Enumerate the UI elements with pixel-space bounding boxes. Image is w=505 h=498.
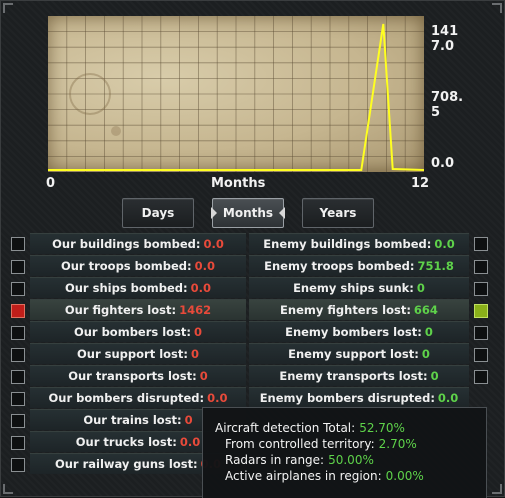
checkbox-our-bombers-disrupted[interactable] bbox=[11, 392, 25, 406]
left-stat-row: Our fighters lost: 1462 bbox=[30, 299, 246, 320]
stat-label: Our bombers lost: bbox=[73, 325, 192, 339]
stat-label: Enemy bombers lost: bbox=[285, 325, 422, 339]
y-tick-top: 141 7.0 bbox=[431, 24, 459, 54]
stat-value: 0.0 bbox=[179, 435, 201, 449]
checkbox-enemy-bombers-lost[interactable] bbox=[474, 326, 488, 340]
stat-label: Enemy fighters lost: bbox=[280, 303, 411, 317]
stat-label: Enemy bombers disrupted: bbox=[259, 391, 435, 405]
stat-value: 0 bbox=[416, 281, 425, 295]
right-stat-row: Enemy bombers disrupted: 0.0 bbox=[249, 387, 469, 408]
checkbox-our-railway-guns-lost[interactable] bbox=[11, 458, 25, 472]
stat-value: 0 bbox=[421, 347, 430, 361]
checkbox-our-fighters-lost[interactable] bbox=[11, 304, 25, 318]
stat-value: 0 bbox=[194, 325, 203, 339]
checkbox-our-transports-lost[interactable] bbox=[11, 370, 25, 384]
stat-value: 0 bbox=[190, 347, 199, 361]
stat-label: Our buildings bombed: bbox=[52, 237, 201, 251]
checkbox-enemy-support-lost[interactable] bbox=[474, 348, 488, 362]
left-stat-row: Our bombers disrupted: 0.0 bbox=[30, 387, 246, 408]
stat-label: Our transports lost: bbox=[68, 369, 197, 383]
left-stat-row: Our troops bombed: 0.0 bbox=[30, 255, 246, 276]
checkbox-our-buildings-bombed[interactable] bbox=[11, 237, 25, 251]
stat-value: 0.0 bbox=[437, 391, 459, 405]
air-war-chart bbox=[48, 16, 424, 172]
right-stat-row: Enemy fighters lost: 664 bbox=[249, 299, 469, 320]
right-stat-row: Enemy buildings bombed: 0.0 bbox=[249, 233, 469, 254]
stat-value: 1462 bbox=[179, 303, 212, 317]
left-stat-row: Our buildings bombed: 0.0 bbox=[30, 233, 246, 254]
stat-value: 0.0 bbox=[203, 237, 224, 251]
stat-label: Our fighters lost: bbox=[64, 303, 177, 317]
stat-label: Enemy buildings bombed: bbox=[263, 237, 432, 251]
y-tick-bottom: 0.0 bbox=[431, 156, 455, 171]
chart-plot bbox=[48, 16, 424, 172]
stat-value: 0.0 bbox=[190, 281, 212, 295]
left-stat-row: Our ships bombed: 0.0 bbox=[30, 277, 246, 298]
stat-label: Enemy troops bombed: bbox=[264, 259, 415, 273]
tooltip-controlled-territory: From controlled territory: 2.70% bbox=[225, 437, 417, 451]
left-stat-row: Our transports lost: 0 bbox=[30, 365, 246, 386]
tooltip-radars-in-range: Radars in range: 50.00% bbox=[225, 453, 374, 467]
stat-value: 751.8 bbox=[417, 259, 454, 273]
frame-corner bbox=[3, 3, 13, 13]
days-button[interactable]: Days bbox=[122, 198, 194, 228]
stat-label: Our railway guns lost: bbox=[54, 457, 198, 471]
checkbox-enemy-troops-bombed[interactable] bbox=[474, 260, 488, 274]
left-stat-row: Our bombers lost: 0 bbox=[30, 321, 246, 342]
checkbox-our-trucks-lost[interactable] bbox=[11, 436, 25, 450]
checkbox-our-ships-bombed[interactable] bbox=[11, 282, 25, 296]
checkbox-our-trains-lost[interactable] bbox=[11, 414, 25, 428]
stat-value: 0 bbox=[430, 369, 439, 383]
stat-value: 0 bbox=[184, 413, 193, 427]
checkbox-enemy-ships-sunk[interactable] bbox=[474, 282, 488, 296]
right-stat-row: Enemy troops bombed: 751.8 bbox=[249, 255, 469, 276]
checkbox-our-support-lost[interactable] bbox=[11, 348, 25, 362]
stat-label: Our ships bombed: bbox=[64, 281, 188, 295]
stat-label: Our trucks lost: bbox=[75, 435, 177, 449]
years-button[interactable]: Years bbox=[302, 198, 374, 228]
frame-corner bbox=[3, 484, 13, 494]
right-stat-row: Enemy bombers lost: 0 bbox=[249, 321, 469, 342]
y-tick-mid: 708. 5 bbox=[431, 90, 464, 120]
x-axis-label: Months bbox=[211, 176, 266, 191]
right-stat-row: Enemy support lost: 0 bbox=[249, 343, 469, 364]
stat-value: 0 bbox=[199, 369, 208, 383]
chart-grid bbox=[48, 16, 424, 172]
stat-value: 0 bbox=[424, 325, 433, 339]
stat-label: Our support lost: bbox=[76, 347, 188, 361]
checkbox-enemy-buildings-bombed[interactable] bbox=[474, 237, 488, 251]
months-button[interactable]: Months bbox=[211, 198, 285, 228]
right-stat-row: Enemy ships sunk: 0 bbox=[249, 277, 469, 298]
stat-label: Enemy ships sunk: bbox=[293, 281, 414, 295]
tooltip-detection-total: Aircraft detection Total: 52.70% bbox=[215, 421, 405, 435]
x-tick-end: 12 bbox=[411, 176, 430, 191]
stat-value: 664 bbox=[413, 303, 438, 317]
checkbox-our-bombers-lost[interactable] bbox=[11, 326, 25, 340]
stat-label: Our bombers disrupted: bbox=[48, 391, 205, 405]
frame-corner bbox=[492, 484, 502, 494]
coffee-stain-mark bbox=[69, 73, 121, 136]
tooltip-active-airplanes: Active airplanes in region: 0.00% bbox=[225, 469, 424, 483]
stat-label: Enemy support lost: bbox=[288, 347, 419, 361]
checkbox-enemy-fighters-lost[interactable] bbox=[474, 304, 488, 318]
right-stat-row: Enemy transports lost: 0 bbox=[249, 365, 469, 386]
air-detection-tooltip: Aircraft detection Total: 52.70% From con… bbox=[202, 407, 487, 498]
stat-value: 0.0 bbox=[207, 391, 228, 405]
checkbox-enemy-transports-lost[interactable] bbox=[474, 370, 488, 384]
checkbox-our-troops-bombed[interactable] bbox=[11, 260, 25, 274]
stat-label: Our troops bombed: bbox=[60, 259, 192, 273]
stat-value: 0.0 bbox=[434, 237, 455, 251]
stat-value: 0.0 bbox=[194, 259, 216, 273]
left-stat-row: Our support lost: 0 bbox=[30, 343, 246, 364]
stat-label: Enemy transports lost: bbox=[279, 369, 428, 383]
frame-corner bbox=[492, 3, 502, 13]
x-tick-start: 0 bbox=[46, 176, 56, 191]
stat-label: Our trains lost: bbox=[83, 413, 182, 427]
